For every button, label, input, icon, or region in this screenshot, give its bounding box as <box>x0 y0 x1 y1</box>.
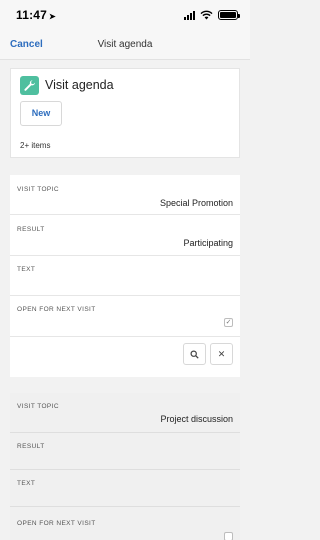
search-icon <box>190 350 199 359</box>
status-bar: 11:47 ➤ <box>0 0 250 30</box>
field-label: RESULT <box>17 226 45 233</box>
nav-title: Visit agenda <box>97 39 153 50</box>
items-count: 2+ items <box>20 141 51 150</box>
field-label: OPEN FOR NEXT VISIT <box>17 520 96 527</box>
visit-topic-value: Project discussion <box>160 414 233 424</box>
search-button[interactable] <box>183 343 206 365</box>
record-card: VISIT TOPIC Project discussion RESULT TE… <box>10 393 240 540</box>
result-field[interactable]: RESULT Participating <box>10 215 240 256</box>
cellular-signal-icon <box>184 10 195 20</box>
status-icons <box>184 10 240 20</box>
location-arrow-icon: ➤ <box>49 12 56 21</box>
open-for-next-visit-field: OPEN FOR NEXT VISIT <box>10 507 240 540</box>
status-time: 11:47 ➤ <box>16 8 56 22</box>
result-field[interactable]: RESULT <box>10 433 240 470</box>
card-title: Visit agenda <box>45 78 114 92</box>
text-field[interactable]: TEXT <box>10 470 240 507</box>
record-card: VISIT TOPIC Special Promotion RESULT Par… <box>10 175 240 377</box>
related-list-card: Visit agenda New 2+ items <box>10 68 240 158</box>
visit-topic-field[interactable]: VISIT TOPIC Special Promotion <box>10 175 240 215</box>
open-for-next-visit-checkbox[interactable]: ✓ <box>224 318 233 327</box>
close-icon: ✕ <box>217 348 226 359</box>
field-label: OPEN FOR NEXT VISIT <box>17 306 96 313</box>
battery-icon <box>218 10 240 20</box>
clock-text: 11:47 <box>16 8 48 22</box>
field-label: TEXT <box>17 266 36 273</box>
clear-button[interactable]: ✕ <box>210 343 233 365</box>
wifi-icon <box>200 10 213 20</box>
new-button[interactable]: New <box>20 101 62 126</box>
result-value: Participating <box>183 238 233 248</box>
open-for-next-visit-field: OPEN FOR NEXT VISIT ✓ <box>10 296 240 337</box>
text-field[interactable]: TEXT <box>10 256 240 296</box>
open-for-next-visit-checkbox[interactable] <box>224 532 233 540</box>
field-label: VISIT TOPIC <box>17 403 59 410</box>
visit-topic-value: Special Promotion <box>159 198 233 208</box>
nav-bar: Cancel Visit agenda <box>0 30 250 60</box>
visit-topic-field[interactable]: VISIT TOPIC Project discussion <box>10 393 240 433</box>
field-label: TEXT <box>17 480 36 487</box>
field-label: VISIT TOPIC <box>17 186 59 193</box>
wrench-icon <box>20 76 39 95</box>
field-label: RESULT <box>17 443 45 450</box>
